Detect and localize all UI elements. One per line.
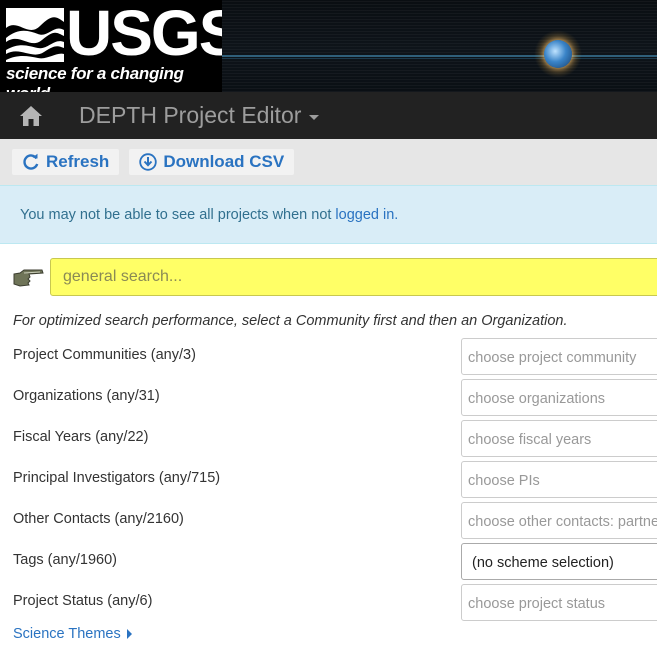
filter-row-principal-investigators: Principal Investigators (any/715) choose… [0,461,657,502]
other-contacts-select[interactable]: choose other contacts: partne [461,502,657,539]
caret-down-icon [309,115,320,120]
search-row [0,258,657,296]
home-button[interactable] [0,92,62,139]
filter-label-other-contacts: Other Contacts (any/2160) [13,511,184,527]
science-themes-toggle[interactable]: Science Themes [13,626,132,642]
navbar: DEPTH Project Editor [0,92,657,139]
filter-row-other-contacts: Other Contacts (any/2160) choose other c… [0,502,657,543]
filter-row-tags: Tags (any/1960) (no scheme selection) [0,543,657,584]
usgs-wave-logo-icon [6,8,64,62]
login-alert: You may not be able to see all projects … [0,185,657,244]
filter-label-project-communities: Project Communities (any/3) [13,347,196,363]
filter-label-principal-investigators: Principal Investigators (any/715) [13,470,221,486]
project-status-select[interactable]: choose project status [461,584,657,621]
filter-row-fiscal-years: Fiscal Years (any/22) choose fiscal year… [0,420,657,461]
download-csv-button[interactable]: Download CSV [129,149,295,175]
usgs-wordmark: USGS [66,0,241,69]
banner-rule [222,55,657,57]
science-themes-label: Science Themes [13,626,121,642]
home-icon [20,105,42,126]
banner-rule-secondary [222,58,657,59]
fiscal-years-select[interactable]: choose fiscal years [461,420,657,457]
filter-row-project-status: Project Status (any/6) choose project st… [0,584,657,625]
filter-list: Project Communities (any/3) choose proje… [0,338,657,625]
filter-label-organizations: Organizations (any/31) [13,388,160,404]
tags-scheme-select[interactable]: (no scheme selection) [461,543,657,580]
toolbar: Refresh Download CSV [0,139,657,185]
general-search-input[interactable] [50,258,657,296]
usgs-banner: USGS science for a changing world [0,0,657,92]
usgs-tagline: science for a changing world [6,64,184,92]
filter-row-organizations: Organizations (any/31) choose organizati… [0,379,657,420]
filter-label-fiscal-years: Fiscal Years (any/22) [13,429,149,445]
filter-label-project-status: Project Status (any/6) [13,593,153,609]
alert-message: You may not be able to see all projects … [20,206,332,223]
search-hint: For optimized search performance, select… [13,313,568,329]
filter-label-tags: Tags (any/1960) [13,552,117,568]
app-title: DEPTH Project Editor [79,102,302,128]
principal-investigators-select[interactable]: choose PIs [461,461,657,498]
caret-right-icon [126,629,132,639]
banner-background [222,0,657,92]
organizations-select[interactable]: choose organizations [461,379,657,416]
refresh-button[interactable]: Refresh [12,149,120,175]
globe-icon [534,30,582,78]
pointing-hand-icon [13,269,44,287]
refresh-icon [23,153,39,170]
refresh-label: Refresh [46,152,110,171]
project-community-select[interactable]: choose project community [461,338,657,375]
download-csv-label: Download CSV [163,152,285,171]
download-icon [139,153,158,171]
filter-row-project-communities: Project Communities (any/3) choose proje… [0,338,657,379]
usgs-logo[interactable]: USGS science for a changing world [0,0,241,92]
login-link[interactable]: logged in. [335,207,398,223]
app-menu-dropdown[interactable]: DEPTH Project Editor [79,102,320,129]
